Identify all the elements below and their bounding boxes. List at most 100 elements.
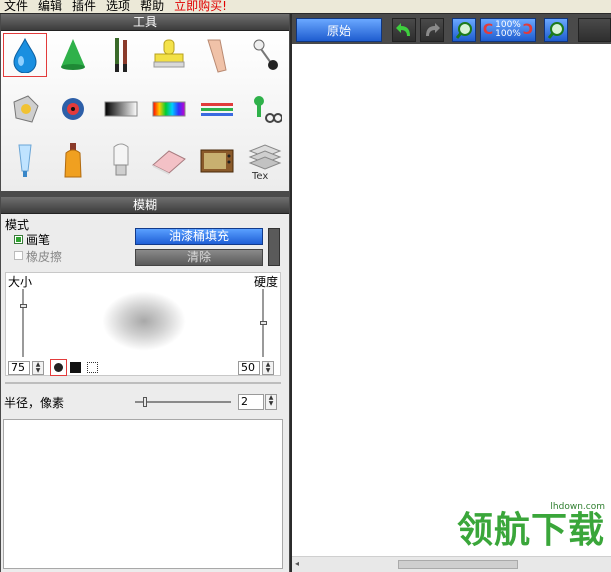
- hardness-label: 硬度: [253, 275, 278, 289]
- zoom-fit-right-icon: Ↄ: [522, 21, 534, 38]
- eraser-mode-checkbox[interactable]: [14, 251, 23, 260]
- zoom-out-button[interactable]: [544, 18, 568, 42]
- zoom-readout: 100% 100%: [495, 21, 521, 39]
- scroll-left-icon[interactable]: ◂: [295, 559, 299, 568]
- tv-tool-icon: [200, 149, 234, 173]
- stamp-tool-icon: [153, 39, 185, 68]
- tool-bulb[interactable]: [99, 139, 143, 183]
- tools-panel-title: 工具: [1, 14, 289, 31]
- square-brush-icon[interactable]: [70, 362, 81, 373]
- tool-tv[interactable]: [195, 139, 239, 183]
- redo-button[interactable]: [420, 18, 444, 42]
- tool-stamp[interactable]: [147, 33, 191, 77]
- grayscale-gradient-tool-icon: [104, 101, 138, 117]
- hardness-spinner[interactable]: ▲ ▼: [262, 361, 274, 375]
- tool-blur[interactable]: [3, 33, 47, 77]
- original-button[interactable]: 原始: [296, 18, 382, 42]
- menu-file[interactable]: 文件: [0, 0, 34, 13]
- tool-color-lines[interactable]: [195, 87, 239, 131]
- color-lines-tool-icon: [201, 103, 233, 116]
- tool-pushpin-scissors[interactable]: [243, 87, 287, 131]
- zoom-in-button[interactable]: [452, 18, 476, 42]
- watermark-text: 领航下载: [456, 510, 605, 551]
- pin-tool-icon: [253, 39, 278, 70]
- tool-rainbow[interactable]: [147, 87, 191, 131]
- left-sidebar: 工具 Tex 模糊 模式 画笔 橡皮擦 油漆桶填充 清除 大小 硬度 75 ▲ …: [0, 14, 290, 572]
- round-brush-icon: [54, 363, 63, 372]
- text-layers-tool-icon: Tex: [248, 144, 282, 181]
- tool-tube[interactable]: [3, 139, 47, 183]
- red-eye-tool-icon: [62, 98, 84, 120]
- zoom-in-icon: [455, 22, 472, 39]
- paint-bucket-fill-button[interactable]: 油漆桶填充: [135, 228, 263, 245]
- soft-brush-shape[interactable]: [50, 359, 67, 376]
- tool-paintbrush[interactable]: [99, 33, 143, 77]
- eraser-mode-label: 橡皮擦: [26, 250, 63, 264]
- radius-slider-thumb[interactable]: [142, 397, 147, 407]
- bulb-tool-icon: [113, 143, 129, 176]
- brush-preview-box: 大小 硬度 75 ▲ ▼ 50 ▲ ▼: [5, 272, 281, 376]
- image-canvas[interactable]: lhdown.com 领航下载: [292, 44, 611, 556]
- clear-button[interactable]: 清除: [135, 249, 263, 266]
- sharpen-cone-tool-icon: [61, 39, 85, 70]
- tool-lasso[interactable]: [3, 87, 47, 131]
- blur-drop-tool-icon: [13, 37, 37, 73]
- tube-tool-icon: [18, 144, 32, 177]
- radius-slider-track[interactable]: [135, 401, 231, 403]
- size-spinner[interactable]: ▲ ▼: [32, 361, 44, 375]
- tool-sharpen[interactable]: [51, 33, 95, 77]
- lasso-gem-tool-icon: [13, 95, 39, 123]
- tool-red-eye[interactable]: [51, 87, 95, 131]
- menu-buy-now[interactable]: 立即购买!: [170, 0, 233, 13]
- zoom-fit-button[interactable]: C 100% 100% Ↄ: [480, 18, 536, 42]
- size-label: 大小: [8, 275, 33, 289]
- zoom-level-bottom: 100%: [495, 29, 521, 39]
- rainbow-gradient-tool-icon: [152, 101, 186, 117]
- selection-brush-icon[interactable]: [87, 362, 98, 373]
- brush-preview: [102, 291, 186, 351]
- menu-plugins[interactable]: 插件: [68, 0, 102, 13]
- watermark: lhdown.com 领航下载: [456, 502, 605, 551]
- hardness-slider-thumb[interactable]: [260, 321, 267, 325]
- menu-bar: 文件 编辑 插件 选项 帮助 立即购买!: [0, 0, 611, 13]
- eraser-tool-icon: [152, 150, 186, 175]
- top-toolbar: 原始 C 100% 100% Ↄ: [292, 14, 611, 44]
- horizontal-scrollbar[interactable]: ◂: [292, 556, 611, 572]
- tool-text-layers[interactable]: Tex: [243, 139, 287, 183]
- blur-panel: 模式 画笔 橡皮擦 油漆桶填充 清除 大小 硬度 75 ▲ ▼ 50 ▲ ▼ 半径，…: [1, 214, 289, 572]
- brush-mode-label: 画笔: [26, 233, 51, 247]
- tool-bottle[interactable]: [51, 139, 95, 183]
- extra-button[interactable]: [578, 18, 611, 42]
- tool-grayscale[interactable]: [99, 87, 143, 131]
- paintbrush-tool-icon: [115, 38, 127, 72]
- size-slider-track[interactable]: [22, 289, 24, 357]
- blur-panel-title: 模糊: [1, 197, 289, 214]
- undo-icon: [396, 23, 410, 36]
- panel-grip-handle[interactable]: [268, 228, 280, 266]
- pushpin-scissors-tool-icon: [254, 96, 282, 123]
- tools-grid: Tex: [1, 31, 289, 191]
- divider: [5, 382, 281, 384]
- radius-spinner[interactable]: ▲ ▼: [265, 394, 277, 410]
- options-area: [3, 419, 283, 569]
- size-value-input[interactable]: 75: [8, 361, 30, 375]
- smudge-finger-tool-icon: [207, 39, 227, 73]
- tool-smudge[interactable]: [195, 33, 239, 77]
- menu-options[interactable]: 选项: [102, 0, 136, 13]
- zoom-fit-left-icon: C: [482, 21, 494, 38]
- zoom-out-icon: [547, 22, 564, 39]
- menu-edit[interactable]: 编辑: [34, 0, 68, 13]
- radius-label: 半径，像素: [4, 396, 65, 410]
- redo-icon: [426, 23, 440, 36]
- tool-eraser[interactable]: [147, 139, 191, 183]
- hardness-value-input[interactable]: 50: [238, 361, 260, 375]
- undo-button[interactable]: [392, 18, 416, 42]
- scroll-thumb[interactable]: [398, 560, 518, 569]
- tool-pin[interactable]: [243, 33, 287, 77]
- svg-text:Tex: Tex: [251, 171, 268, 181]
- menu-help[interactable]: 帮助: [136, 0, 170, 13]
- radius-value-input[interactable]: 2: [238, 394, 264, 410]
- brush-mode-checkbox[interactable]: [14, 235, 23, 244]
- size-slider-thumb[interactable]: [20, 304, 27, 308]
- bottle-tool-icon: [64, 143, 82, 178]
